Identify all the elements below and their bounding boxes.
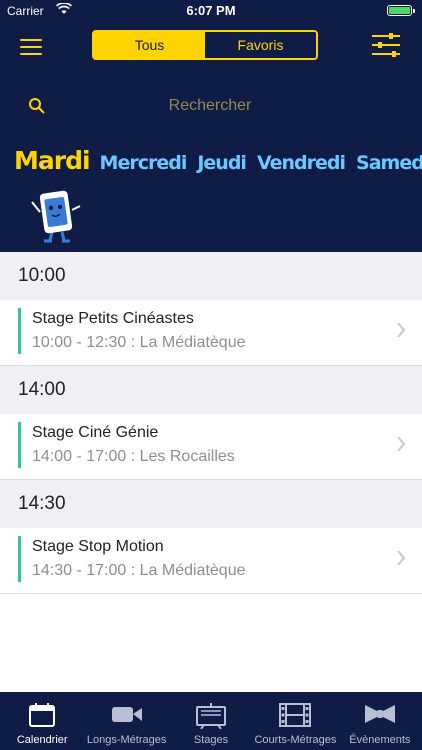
section-header: 14:00 — [0, 366, 422, 414]
section-header: 14:30 — [0, 480, 422, 528]
chevron-right-icon — [397, 322, 406, 338]
tab-courts-metrages[interactable]: Courts-Métrages — [253, 692, 337, 750]
search-bar — [0, 88, 422, 124]
section-time: 10:00 — [18, 265, 66, 286]
day-samedi[interactable]: Samedi — [356, 152, 422, 174]
header: Carrier 6:07 PM Tous Favoris Mardi Mercre… — [0, 0, 422, 252]
segment-tous[interactable]: Tous — [94, 32, 205, 58]
tab-label: Calendrier — [16, 734, 68, 746]
day-mercredi[interactable]: Mercredi — [100, 152, 188, 174]
tab-calendrier[interactable]: Calendrier — [0, 692, 84, 750]
tab-label: Évènements — [349, 734, 411, 746]
event-title: Stage Petits Cinéastes — [32, 310, 194, 327]
film-strip-icon — [279, 703, 312, 727]
filter-segmented-control: Tous Favoris — [92, 30, 318, 60]
list-item[interactable]: Stage Ciné Génie 14:00 - 17:00 : Les Roc… — [0, 414, 422, 480]
chevron-right-icon — [397, 550, 406, 566]
accent-bar — [18, 308, 21, 354]
list-item[interactable]: Stage Petits Cinéastes 10:00 - 12:30 : L… — [0, 300, 422, 366]
bow-tie-icon — [364, 705, 395, 723]
status-bar: Carrier 6:07 PM — [0, 0, 422, 22]
tab-label: Courts-Métrages — [254, 734, 337, 746]
chevron-right-icon — [397, 436, 406, 452]
day-vendredi[interactable]: Vendredi — [257, 152, 346, 174]
day-mardi[interactable]: Mardi — [14, 146, 91, 175]
board-icon — [196, 703, 227, 729]
event-title: Stage Stop Motion — [32, 538, 164, 555]
tab-evenements[interactable]: Évènements — [338, 692, 422, 750]
battery-icon — [387, 5, 415, 16]
search-icon — [29, 98, 45, 114]
event-title: Stage Ciné Génie — [32, 424, 159, 441]
accent-bar — [18, 422, 21, 468]
tab-stages[interactable]: Stages — [169, 692, 253, 750]
accent-bar — [18, 536, 21, 582]
tab-bar: Calendrier Longs-Métrages Stages Courts-… — [0, 692, 422, 750]
list-item[interactable]: Stage Stop Motion 14:30 - 17:00 : La Méd… — [0, 528, 422, 594]
tab-label: Stages — [193, 734, 229, 746]
event-details: 14:00 - 17:00 : Les Rocailles — [32, 448, 235, 465]
tab-label: Longs-Métrages — [86, 734, 167, 746]
day-selector: Mardi Mercredi Jeudi Vendredi Samedi — [14, 146, 422, 186]
search-input[interactable] — [60, 92, 360, 120]
event-details: 14:30 - 17:00 : La Médiatèque — [32, 562, 246, 579]
section-header: 10:00 — [0, 252, 422, 300]
calendar-icon — [29, 703, 56, 727]
hamburger-menu-icon[interactable] — [20, 39, 42, 55]
day-jeudi[interactable]: Jeudi — [197, 152, 247, 174]
section-time: 14:00 — [18, 379, 66, 400]
video-camera-icon — [111, 707, 142, 722]
tablet-mascot-icon — [31, 190, 81, 243]
section-time: 14:30 — [18, 493, 66, 514]
event-details: 10:00 - 12:30 : La Médiatèque — [32, 334, 246, 351]
sliders-filter-icon[interactable] — [371, 32, 401, 58]
clock: 6:07 PM — [186, 3, 236, 18]
tab-longs-metrages[interactable]: Longs-Métrages — [84, 692, 168, 750]
segment-favoris[interactable]: Favoris — [205, 32, 316, 58]
